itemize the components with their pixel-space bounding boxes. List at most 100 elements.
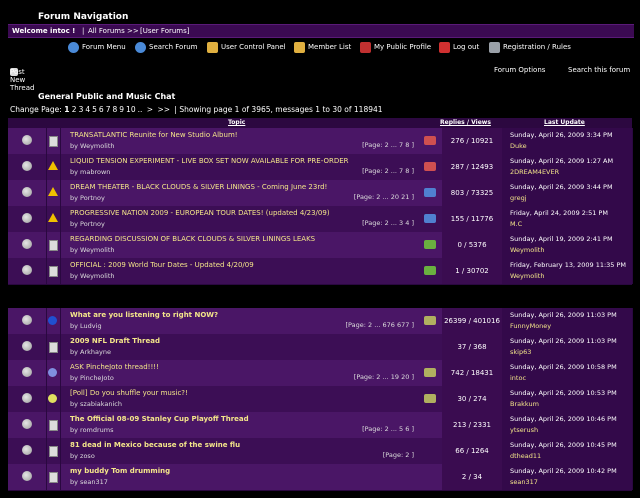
- topic-cell: TRANSATLANTIC Reunite for New Studio Alb…: [60, 128, 443, 154]
- thread-pages[interactable]: [Page: 2 ... 5 6 ]: [362, 425, 414, 433]
- thread-title[interactable]: DREAM THEATER - BLACK CLOUDS & SILVER LI…: [70, 183, 327, 191]
- thread-author[interactable]: by Portnoy: [70, 220, 105, 228]
- table-row[interactable]: 2009 NFL Draft Thread by Arkhayne 37 / 368…: [8, 334, 633, 361]
- page-link[interactable]: 6: [99, 105, 104, 114]
- page-link[interactable]: 10: [126, 105, 136, 114]
- thread-author[interactable]: by Weymolith: [70, 272, 115, 280]
- document-icon: [49, 136, 58, 147]
- last-update-user[interactable]: FunnyMoney: [510, 322, 551, 330]
- thread-author[interactable]: by Weymolith: [70, 142, 115, 150]
- nav-member-list[interactable]: Member List: [294, 40, 351, 54]
- table-row[interactable]: What are you listening to right NOW? by L…: [8, 308, 633, 335]
- table-row[interactable]: 81 dead in Mexico because of the swine f…: [8, 438, 633, 465]
- thread-author[interactable]: by Arkhayne: [70, 348, 111, 356]
- search-this-forum[interactable]: Search this forum: [568, 66, 630, 74]
- nav-user-control-panel[interactable]: User Control Panel: [207, 40, 286, 54]
- last-update-cell: Sunday, April 26, 2009 10:42 PM sean317: [502, 464, 633, 490]
- col-last-update[interactable]: Last Update: [544, 119, 585, 126]
- topic-cell: What are you listening to right NOW? by L…: [60, 308, 443, 334]
- last-update-date: Sunday, April 26, 2009 3:44 PM: [510, 183, 613, 191]
- table-row[interactable]: OFFICIAL : 2009 World Tour Dates - Updat…: [8, 258, 633, 285]
- table-row[interactable]: TRANSATLANTIC Reunite for New Studio Alb…: [8, 128, 633, 155]
- thread-title[interactable]: ASK PincheJoto thread!!!!: [70, 363, 159, 371]
- thread-author[interactable]: by zoso: [70, 452, 95, 460]
- thread-author[interactable]: by Weymolith: [70, 246, 115, 254]
- table-row[interactable]: LIQUID TENSION EXPERIMENT - LIVE BOX SET…: [8, 154, 633, 181]
- thread-author[interactable]: by szabiakanich: [70, 400, 122, 408]
- page-link[interactable]: 9: [119, 105, 124, 114]
- topic-cell: LIQUID TENSION EXPERIMENT - LIVE BOX SET…: [60, 154, 443, 180]
- thread-status-icon: [22, 135, 32, 145]
- nav-registration-rules[interactable]: Registration / Rules: [489, 40, 571, 54]
- table-row[interactable]: REGARDING DISCUSSION OF BLACK CLOUDS & S…: [8, 232, 633, 259]
- thread-title[interactable]: The Official 08-09 Stanley Cup Playoff T…: [70, 415, 249, 423]
- breadcrumb-user-forums[interactable]: [User Forums]: [140, 27, 189, 35]
- last-update-user[interactable]: Duke: [510, 142, 527, 150]
- last-update-user[interactable]: 2DREAM4EVER: [510, 168, 559, 176]
- table-row[interactable]: my buddy Tom drumming by sean317 2 / 34 Sun…: [8, 464, 633, 491]
- replies-views: 2 / 34: [461, 473, 483, 481]
- thread-title[interactable]: 2009 NFL Draft Thread: [70, 337, 160, 345]
- thread-author[interactable]: by mabrown: [70, 168, 110, 176]
- thread-pages[interactable]: [Page: 2 ... 7 8 ]: [362, 167, 414, 175]
- status-cell: [8, 128, 47, 154]
- thread-title[interactable]: OFFICIAL : 2009 World Tour Dates - Updat…: [70, 261, 254, 269]
- table-row[interactable]: [Poll] Do you shuffle your music?! by sza…: [8, 386, 633, 413]
- topic-cell: my buddy Tom drumming by sean317: [60, 464, 443, 490]
- thread-title[interactable]: What are you listening to right NOW?: [70, 311, 218, 319]
- replies-cell: 30 / 274: [442, 386, 503, 412]
- thread-title[interactable]: my buddy Tom drumming: [70, 467, 170, 475]
- table-row[interactable]: ASK PincheJoto thread!!!! by PincheJoto [P…: [8, 360, 633, 387]
- last-update-user[interactable]: Brakkum: [510, 400, 539, 408]
- thread-title[interactable]: REGARDING DISCUSSION OF BLACK CLOUDS & S…: [70, 235, 315, 243]
- thread-author[interactable]: by PincheJoto: [70, 374, 114, 382]
- last-update-cell: Sunday, April 26, 2009 10:58 PM intoc: [502, 360, 633, 386]
- last-update-user[interactable]: sean317: [510, 478, 538, 486]
- thread-pages[interactable]: [Page: 2 ... 3 4 ]: [362, 219, 414, 227]
- thread-author[interactable]: by romdrums: [70, 426, 114, 434]
- col-topic[interactable]: Topic: [228, 119, 245, 126]
- thread-author[interactable]: by sean317: [70, 478, 108, 486]
- table-row[interactable]: PROGRESSIVE NATION 2009 - EUROPEAN TOUR …: [8, 206, 633, 233]
- thread-title[interactable]: LIQUID TENSION EXPERIMENT - LIVE BOX SET…: [70, 157, 349, 165]
- page-link[interactable]: 7: [106, 105, 111, 114]
- breadcrumb-all-forums[interactable]: All Forums >>: [88, 27, 139, 35]
- nav-log-out[interactable]: Log out: [439, 40, 479, 54]
- last-update-user[interactable]: intoc: [510, 374, 526, 382]
- thread-pages[interactable]: [Page: 2 ... 20 21 ]: [354, 193, 414, 201]
- page-link[interactable]: 8: [112, 105, 117, 114]
- thread-title[interactable]: 81 dead in Mexico because of the swine f…: [70, 441, 240, 449]
- last-update-user[interactable]: M.C: [510, 220, 522, 228]
- thread-pages[interactable]: [Page: 2 ... 19 20 ]: [354, 373, 414, 381]
- page-link[interactable]: 2: [72, 105, 77, 114]
- page-link[interactable]: 5: [92, 105, 97, 114]
- last-update-user[interactable]: gregj: [510, 194, 527, 202]
- last-page-link[interactable]: >>: [157, 105, 170, 114]
- nav-search-forum[interactable]: Search Forum: [135, 40, 197, 54]
- page-link[interactable]: 3: [79, 105, 84, 114]
- forum-options[interactable]: Forum Options: [494, 66, 545, 74]
- last-update-user[interactable]: ytserush: [510, 426, 538, 434]
- nav-public-profile[interactable]: My Public Profile: [360, 40, 431, 54]
- thread-title[interactable]: [Poll] Do you shuffle your music?!: [70, 389, 188, 397]
- table-row[interactable]: DREAM THEATER - BLACK CLOUDS & SILVER LI…: [8, 180, 633, 207]
- thread-author[interactable]: by Ludvig: [70, 322, 102, 330]
- thread-pages[interactable]: [Page: 2 ... 7 8 ]: [362, 141, 414, 149]
- smile-icon: [48, 368, 57, 377]
- next-page-link[interactable]: >: [147, 105, 153, 114]
- thread-pages[interactable]: [Page: 2 ]: [383, 451, 414, 459]
- thread-pages[interactable]: [Page: 2 ... 676 677 ]: [346, 321, 414, 329]
- page-link[interactable]: ..: [138, 105, 143, 114]
- last-update-user[interactable]: Weymolith: [510, 272, 544, 280]
- last-update-user[interactable]: Weymolith: [510, 246, 544, 254]
- nav-forum-menu[interactable]: Forum Menu: [68, 40, 126, 54]
- col-replies-views[interactable]: Replies / Views: [440, 119, 491, 126]
- thread-title[interactable]: PROGRESSIVE NATION 2009 - EUROPEAN TOUR …: [70, 209, 330, 217]
- thread-title[interactable]: TRANSATLANTIC Reunite for New Studio Alb…: [70, 131, 238, 139]
- page-link[interactable]: 4: [85, 105, 90, 114]
- table-row[interactable]: The Official 08-09 Stanley Cup Playoff T…: [8, 412, 633, 439]
- last-update-user[interactable]: skip63: [510, 348, 531, 356]
- thread-author[interactable]: by Portnoy: [70, 194, 105, 202]
- status-cell: [8, 386, 47, 412]
- last-update-user[interactable]: dthead11: [510, 452, 541, 460]
